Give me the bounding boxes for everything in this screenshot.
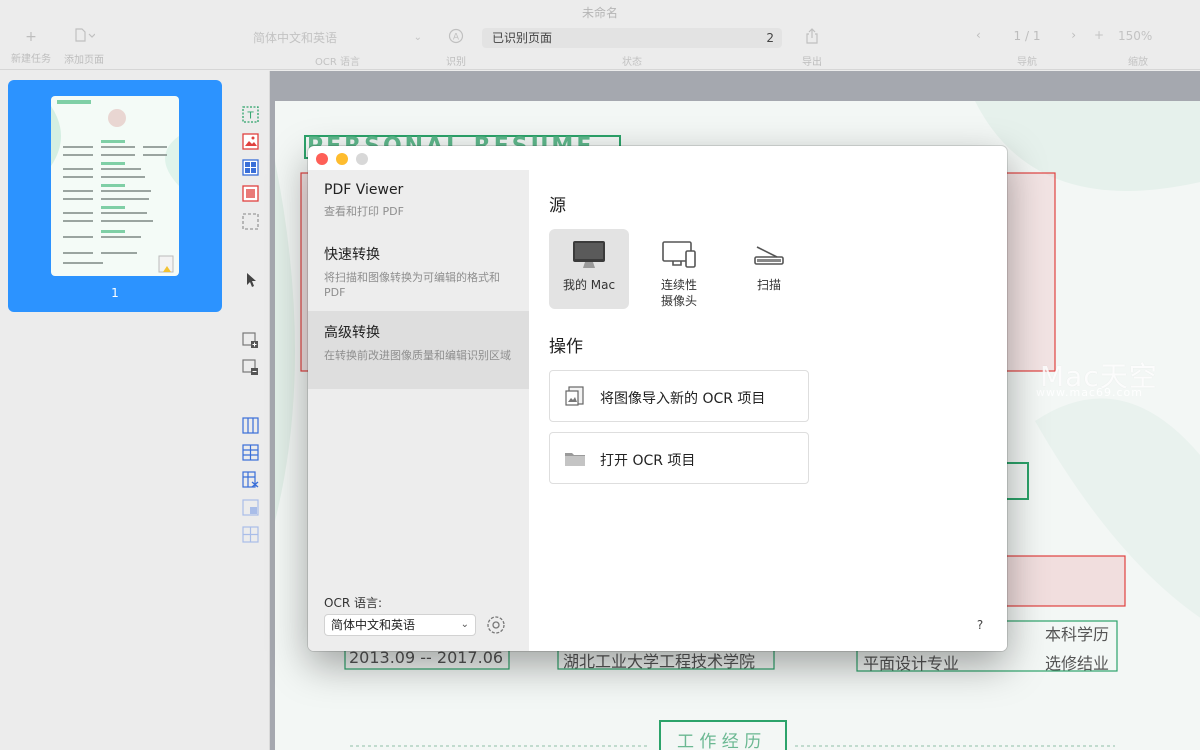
navigation-label: 导航 bbox=[1017, 57, 1037, 68]
page-thumbnail-selected[interactable]: 1 bbox=[8, 80, 222, 312]
remove-from-area-tool-icon[interactable] bbox=[242, 359, 259, 376]
new-task-label: 新建任务 bbox=[11, 54, 51, 65]
start-dialog: PDF Viewer 查看和打印 PDF 快速转换 将扫描和图像转换为可编辑的格… bbox=[308, 146, 1007, 651]
export-button[interactable]: 导出 bbox=[796, 28, 828, 68]
page-indicator: 1 / 1 bbox=[1013, 29, 1041, 43]
image-area-tool-icon[interactable] bbox=[242, 133, 259, 150]
actions-section-title: 操作 bbox=[549, 337, 583, 357]
continuity-camera-icon bbox=[662, 241, 696, 268]
zoom-window-button[interactable] bbox=[356, 153, 368, 165]
share-icon bbox=[796, 28, 828, 49]
zoom-label: 缩放 bbox=[1128, 57, 1148, 68]
page-number: 1 bbox=[111, 286, 119, 300]
source-scanner[interactable]: 扫描 bbox=[729, 229, 809, 309]
status-label: 状态 bbox=[622, 57, 642, 68]
education-major: 平面设计专业 bbox=[863, 654, 960, 673]
monitor-icon bbox=[573, 241, 605, 268]
source-continuity-camera[interactable]: 连续性 摄像头 bbox=[639, 229, 719, 309]
dialog-ocr-language-value: 简体中文和英语 bbox=[331, 618, 416, 632]
import-images-button[interactable]: 将图像导入新的 OCR 项目 bbox=[549, 370, 809, 422]
import-image-icon bbox=[565, 386, 584, 406]
minimize-window-button[interactable] bbox=[336, 153, 348, 165]
action-label: 将图像导入新的 OCR 项目 bbox=[600, 391, 766, 407]
chevron-right-icon[interactable]: › bbox=[1071, 28, 1076, 42]
toolbar: 未命名 + 新建任务 添加页面 简体中文和英语 ⌄ OCR 语言 A 识别 已识… bbox=[0, 0, 1200, 70]
menu-item-desc: 在转换前改进图像质量和编辑识别区域 bbox=[324, 349, 511, 362]
zoom-value[interactable]: 150% bbox=[1118, 29, 1152, 43]
add-page-button[interactable]: 添加页面 bbox=[60, 28, 108, 66]
pointer-tool-icon[interactable] bbox=[242, 271, 259, 288]
source-label: 我的 Mac bbox=[562, 278, 616, 292]
source-label: 连续性 摄像头 bbox=[660, 278, 697, 308]
language-settings-gear-icon[interactable] bbox=[485, 614, 507, 636]
status-value: 已识别页面 bbox=[492, 31, 553, 45]
recognize-icon: A bbox=[440, 28, 472, 49]
menu-item-desc: 查看和打印 PDF bbox=[324, 205, 404, 218]
menu-item-title: 快速转换 bbox=[324, 247, 380, 263]
recognize-button[interactable]: A 识别 bbox=[440, 28, 472, 68]
watermark-url: www.mac69.com bbox=[1036, 386, 1143, 399]
source-section-title: 源 bbox=[549, 196, 566, 216]
folder-icon bbox=[565, 453, 585, 466]
add-column-separator-icon[interactable] bbox=[242, 417, 259, 434]
menu-item-pdf-viewer[interactable]: PDF Viewer 查看和打印 PDF bbox=[308, 170, 529, 225]
dialog-content: 源 我的 Mac 连续性 摄像头 扫描 操作 将图像导入新的 OCR 项目 打开… bbox=[529, 170, 1007, 651]
delete-separator-icon[interactable] bbox=[242, 471, 259, 488]
chevron-left-icon[interactable]: ‹ bbox=[976, 28, 981, 42]
dialog-sidebar: PDF Viewer 查看和打印 PDF 快速转换 将扫描和图像转换为可编辑的格… bbox=[308, 170, 529, 651]
dialog-ocr-language-label: OCR 语言: bbox=[324, 596, 383, 610]
action-label: 打开 OCR 项目 bbox=[600, 453, 696, 469]
status-count: 2 bbox=[766, 31, 774, 45]
menu-item-advanced-convert[interactable]: 高级转换 在转换前改进图像质量和编辑识别区域 bbox=[308, 311, 529, 389]
merge-cells-icon[interactable] bbox=[242, 499, 259, 516]
ocr-language-dropdown[interactable]: 简体中文和英语 ⌄ bbox=[245, 28, 430, 48]
add-row-separator-icon[interactable] bbox=[242, 444, 259, 461]
source-my-mac[interactable]: 我的 Mac bbox=[549, 229, 629, 309]
ocr-language-label: OCR 语言 bbox=[315, 57, 360, 68]
page-sidebar: 1 bbox=[0, 71, 232, 750]
svg-text:A: A bbox=[453, 33, 460, 43]
window-title: 未命名 bbox=[581, 6, 618, 20]
close-window-button[interactable] bbox=[316, 153, 328, 165]
work-section-title: 工 作 经 历 bbox=[677, 732, 762, 750]
text-area-tool-icon[interactable]: T bbox=[242, 106, 259, 123]
education-note: 选修结业 bbox=[1045, 654, 1110, 673]
region-select-tool-icon[interactable] bbox=[242, 213, 259, 230]
navigation-control: ‹ 1 / 1 › bbox=[968, 28, 1086, 48]
zoom-control: + 150% bbox=[1088, 28, 1188, 48]
new-task-button[interactable]: + 新建任务 bbox=[8, 28, 54, 65]
tool-strip: T bbox=[232, 71, 270, 750]
chevron-down-icon: ⌄ bbox=[460, 619, 469, 630]
ocr-language-value: 简体中文和英语 bbox=[253, 31, 338, 45]
dialog-titlebar bbox=[308, 146, 1007, 170]
menu-item-title: PDF Viewer bbox=[324, 182, 404, 198]
add-page-icon bbox=[60, 28, 108, 47]
add-to-area-tool-icon[interactable] bbox=[242, 332, 259, 349]
background-image-tool-icon[interactable] bbox=[242, 185, 259, 202]
menu-item-quick-convert[interactable]: 快速转换 将扫描和图像转换为可编辑的格式和 PDF bbox=[308, 233, 529, 311]
education-school: 湖北工业大学工程技术学院 bbox=[563, 652, 756, 671]
svg-text:T: T bbox=[246, 111, 254, 122]
add-page-label: 添加页面 bbox=[64, 55, 104, 66]
plus-icon: + bbox=[25, 29, 37, 45]
scanner-icon bbox=[754, 246, 784, 265]
status-field: 已识别页面 2 bbox=[482, 28, 782, 48]
page-thumbnail-image bbox=[51, 96, 179, 276]
menu-item-title: 高级转换 bbox=[324, 325, 380, 341]
source-label: 扫描 bbox=[756, 278, 781, 292]
table-area-tool-icon[interactable] bbox=[242, 159, 259, 176]
recognize-label: 识别 bbox=[446, 57, 466, 68]
help-button[interactable]: ? bbox=[971, 616, 989, 634]
export-label: 导出 bbox=[802, 57, 822, 68]
open-ocr-project-button[interactable]: 打开 OCR 项目 bbox=[549, 432, 809, 484]
zoom-in-icon[interactable]: + bbox=[1094, 28, 1104, 42]
dialog-ocr-language-select[interactable]: 简体中文和英语 ⌄ bbox=[324, 614, 476, 636]
chevron-down-icon: ⌄ bbox=[413, 32, 422, 43]
split-cells-icon[interactable] bbox=[242, 526, 259, 543]
education-degree: 本科学历 bbox=[1045, 625, 1110, 644]
menu-item-desc: 将扫描和图像转换为可编辑的格式和 PDF bbox=[324, 271, 500, 299]
